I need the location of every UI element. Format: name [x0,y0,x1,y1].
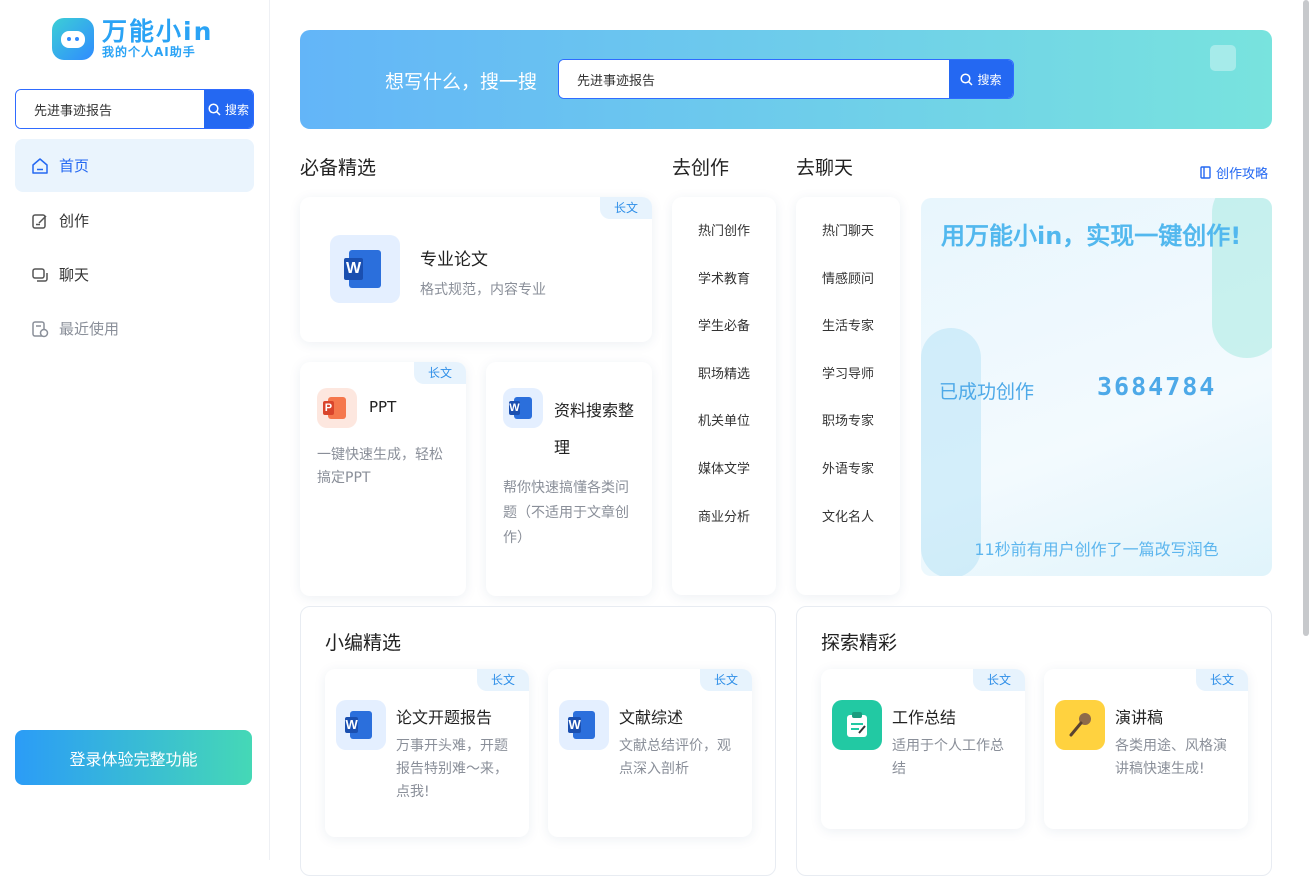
create-category-list: 热门创作 学术教育 学生必备 职场精选 机关单位 媒体文学 商业分析 [672,197,776,595]
card-ppt-title: PPT [369,398,397,416]
nav-home-label: 首页 [59,157,90,175]
banner-prompt: 想写什么，搜一搜 [385,71,538,93]
promo-made-label: 已成功创作 [939,381,1035,403]
chat-category-item[interactable]: 职场专家 [796,410,900,429]
nav-create[interactable]: 创作 [15,194,254,247]
banner-search-label: 搜索 [977,72,1002,87]
word-icon: W [336,700,386,750]
card-speech-title: 演讲稿 [1115,708,1164,727]
long-text-tag: 长文 [1195,669,1248,691]
sidebar-search-label: 搜索 [224,102,249,117]
long-text-tag: 长文 [413,362,466,384]
search-icon [208,102,221,116]
main-content: 想写什么，搜一搜 搜索 必备精选 去创作 去聊天 创作攻略 长文 W 专业论文 … [270,0,1300,876]
card-proposal[interactable]: 长文 W 论文开题报告 万事开头难，开题报告特别难～来，点我! [325,669,529,837]
home-icon [32,157,48,174]
create-category-item[interactable]: 商业分析 [672,506,776,525]
clipboard-icon [832,700,882,750]
long-text-tag: 长文 [599,197,652,219]
chat-category-list: 热门聊天 情感顾问 生活专家 学习导师 职场专家 外语专家 文化名人 [796,197,900,595]
microphone-icon [1055,700,1105,750]
card-paper[interactable]: 长文 W 专业论文 格式规范，内容专业 [300,197,652,342]
long-text-tag: 长文 [972,669,1025,691]
banner-search-input[interactable] [559,60,949,98]
card-literature-review-desc: 文献总结评价，观点深入剖析 [619,738,731,777]
nav-chat-label: 聊天 [59,266,90,284]
guide-label: 创作攻略 [1216,167,1269,182]
card-work-summary[interactable]: 长文 工作总结 适用于个人工作总结 [821,669,1025,829]
chat-category-item[interactable]: 生活专家 [796,315,900,334]
section-chat-title: 去聊天 [796,157,854,179]
card-work-summary-title: 工作总结 [892,708,957,727]
promo-count: 3684784 [1097,372,1217,401]
nav-create-label: 创作 [59,212,90,230]
sidebar: 万能小in 我的个人AI助手 搜索 首页 创作 聊天 最近使用 登录体验完整功能 [0,0,270,860]
card-paper-desc: 格式规范，内容专业 [420,282,546,298]
word-icon: W [503,388,543,428]
explore-panel: 探索精彩 长文 工作总结 适用于个人工作总结 长文 演讲稿 各类用途、风格演讲稿… [796,606,1272,876]
search-icon [960,72,974,86]
card-research[interactable]: W 资料搜索整理 帮你快速搞懂各类问题（不适用于文章创作） [486,362,652,596]
history-icon [32,320,49,337]
sidebar-search-input[interactable] [16,90,204,128]
edit-icon [32,213,47,229]
editors-pick-title: 小编精选 [325,632,402,654]
brand-title: 万能小in [102,17,214,46]
chat-category-item[interactable]: 热门聊天 [796,220,900,239]
card-ppt-desc: 一键快速生成，轻松搞定PPT [317,447,443,486]
card-ppt[interactable]: 长文 P PPT 一键快速生成，轻松搞定PPT [300,362,466,596]
logo[interactable]: 万能小in 我的个人AI助手 [52,18,213,60]
search-banner: 想写什么，搜一搜 搜索 [300,30,1272,129]
create-category-item[interactable]: 学生必备 [672,315,776,334]
create-category-item[interactable]: 热门创作 [672,220,776,239]
chat-category-item[interactable]: 情感顾问 [796,268,900,287]
card-work-summary-desc: 适用于个人工作总结 [892,738,1004,777]
long-text-tag: 长文 [699,669,752,691]
robot-logo-icon [52,18,94,60]
card-literature-review[interactable]: 长文 W 文献综述 文献总结评价，观点深入剖析 [548,669,752,837]
nav-recent[interactable]: 最近使用 [15,302,254,355]
card-proposal-desc: 万事开头难，开题报告特别难～来，点我! [396,738,508,800]
login-button[interactable]: 登录体验完整功能 [15,730,252,785]
promo-ticker: 11秒前有用户创作了一篇改写润色 [974,540,1219,559]
create-category-item[interactable]: 机关单位 [672,410,776,429]
guide-link[interactable]: 创作攻略 [1200,163,1268,182]
word-icon: W [330,235,400,303]
card-speech-desc: 各类用途、风格演讲稿快速生成! [1115,738,1227,777]
card-speech[interactable]: 长文 演讲稿 各类用途、风格演讲稿快速生成! [1044,669,1248,829]
chat-icon [32,267,48,282]
word-icon: W [559,700,609,750]
book-icon [1200,166,1211,179]
card-research-title: 资料搜索整理 [554,401,635,457]
chat-category-item[interactable]: 学习导师 [796,363,900,382]
create-category-item[interactable]: 媒体文学 [672,458,776,477]
nav-recent-label: 最近使用 [59,320,120,338]
card-research-desc: 帮你快速搞懂各类问题（不适用于文章创作） [503,480,629,546]
banner-search: 搜索 [558,59,1014,99]
create-category-item[interactable]: 学术教育 [672,268,776,287]
nav-chat[interactable]: 聊天 [15,248,254,301]
create-category-item[interactable]: 职场精选 [672,363,776,382]
card-paper-title: 专业论文 [420,250,488,270]
promo-panel: 用万能小in，实现一键创作! 已成功创作 3684784 11秒前有用户创作了一… [921,198,1272,576]
chat-category-item[interactable]: 外语专家 [796,458,900,477]
promo-title: 用万能小in，实现一键创作! [941,222,1242,250]
nav-home[interactable]: 首页 [15,139,254,192]
card-proposal-title: 论文开题报告 [396,708,493,727]
sidebar-search: 搜索 [15,89,254,129]
long-text-tag: 长文 [476,669,529,691]
page-scrollbar[interactable] [1303,0,1309,636]
chat-category-item[interactable]: 文化名人 [796,506,900,525]
ppt-watermark-icon [1210,45,1236,71]
card-literature-review-title: 文献综述 [619,708,684,727]
brand-subtitle: 我的个人AI助手 [102,45,196,59]
ppt-icon: P [317,388,357,428]
section-essentials-title: 必备精选 [300,157,377,179]
explore-title: 探索精彩 [821,632,898,654]
banner-search-button[interactable]: 搜索 [949,60,1013,98]
sidebar-search-button[interactable]: 搜索 [204,90,253,128]
section-create-title: 去创作 [672,157,730,179]
editors-pick-panel: 小编精选 长文 W 论文开题报告 万事开头难，开题报告特别难～来，点我! 长文 … [300,606,776,876]
